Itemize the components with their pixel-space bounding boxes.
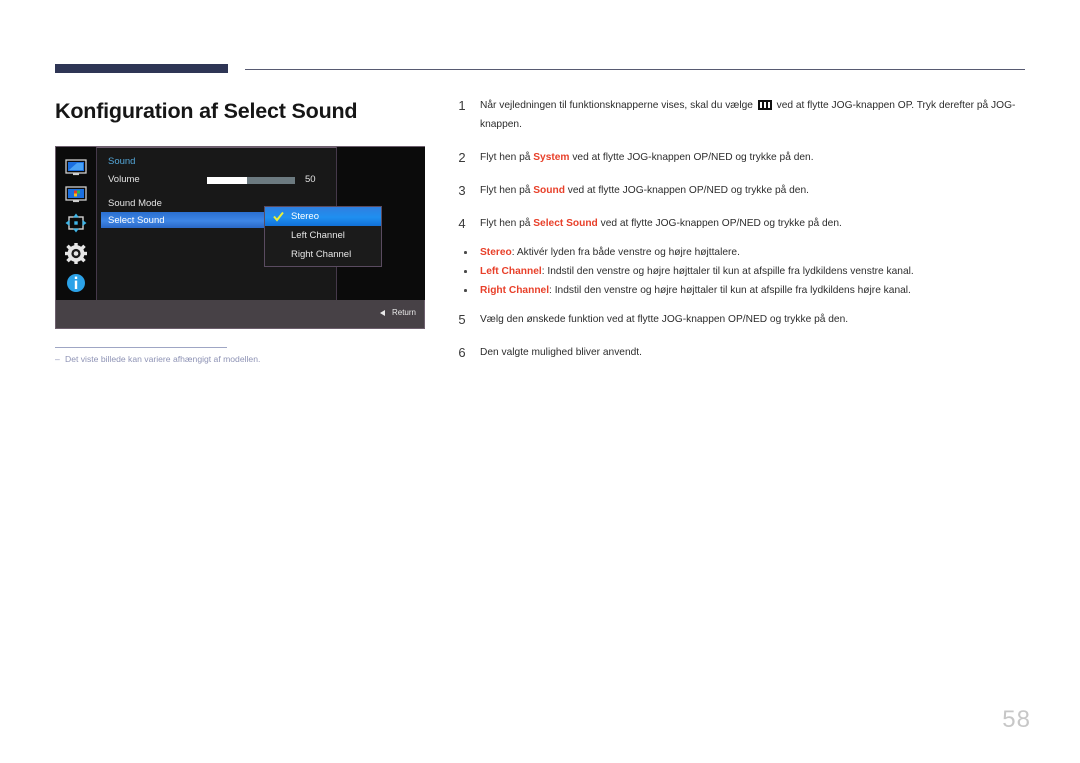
step-text-post: ved at flytte JOG-knappen OP/NED og tryk… <box>597 218 842 229</box>
step-keyword: System <box>533 152 570 163</box>
bullet-text: : Indstil den venstre og højre højttaler… <box>541 266 914 277</box>
footnote-dash-icon: ‒ <box>55 354 60 364</box>
step-item: 1 Når vejledningen til funktionsknappern… <box>452 96 1030 134</box>
picture-in-picture-icon[interactable] <box>64 186 88 203</box>
step-item: 4 Flyt hen på Select Sound ved at flytte… <box>452 214 1030 233</box>
return-arrow-icon <box>379 309 385 316</box>
information-icon[interactable] <box>64 273 88 293</box>
step-number: 2 <box>458 150 466 165</box>
options-bullet-list: Stereo: Aktivér lyden fra både venstre o… <box>452 243 1030 300</box>
bullet-item: Stereo: Aktivér lyden fra både venstre o… <box>452 243 1030 262</box>
step-number: 6 <box>458 345 466 360</box>
return-label: Return <box>391 308 416 317</box>
osd-row-select-sound[interactable]: Select Sound <box>101 212 288 228</box>
bullet-item: Right Channel: Indstil den venstre og hø… <box>452 281 1030 300</box>
step-number: 3 <box>458 183 466 198</box>
step-text-post: ved at flytte JOG-knappen OP/NED og tryk… <box>564 185 809 196</box>
step-keyword: Select Sound <box>533 218 598 229</box>
header-rule <box>55 64 1025 76</box>
osd-heading: Sound <box>108 156 136 167</box>
page-number: 58 <box>1002 706 1031 733</box>
dropdown-item-right-channel[interactable]: Right Channel <box>265 245 381 264</box>
monitor-picture-icon[interactable] <box>64 159 88 176</box>
bullet-keyword: Stereo <box>480 247 512 258</box>
screen-adjust-icon[interactable] <box>64 213 88 233</box>
step-text-pre: Flyt hen på <box>480 152 534 163</box>
step-item: 6 Den valgte mulighed bliver anvendt. <box>452 343 1030 362</box>
bullet-text: : Aktivér lyden fra både venstre og højr… <box>511 247 740 258</box>
select-sound-dropdown: Stereo Left Channel Right Channel <box>264 206 382 267</box>
jog-menu-icon <box>757 100 772 110</box>
osd-row-select-sound-label: Select Sound <box>108 214 165 226</box>
volume-slider[interactable] <box>207 177 295 184</box>
page-title: Konfiguration af Select Sound <box>55 99 358 123</box>
header-thin-line <box>245 69 1025 70</box>
dropdown-item-label: Right Channel <box>291 249 352 260</box>
step-text-post: ved at flytte JOG-knappen OP/NED og tryk… <box>569 152 814 163</box>
step-text-pre: Flyt hen på <box>480 185 534 196</box>
step-text-pre: Vælg den ønskede funktion ved at flytte … <box>480 314 849 325</box>
step-keyword: Sound <box>533 185 565 196</box>
footnote-text: Det viste billede kan variere afhængigt … <box>65 354 261 364</box>
bullet-keyword: Left Channel <box>480 266 542 277</box>
bullet-item: Left Channel: Indstil den venstre og høj… <box>452 262 1030 281</box>
step-text-pre: Flyt hen på <box>480 218 534 229</box>
system-gear-icon[interactable] <box>64 242 88 264</box>
dropdown-item-stereo[interactable]: Stereo <box>265 207 381 226</box>
header-thick-bar <box>55 64 228 73</box>
volume-value: 50 <box>305 174 316 185</box>
step-text-pre: Når vejledningen til funktionsknapperne … <box>480 100 756 111</box>
step-item: 2 Flyt hen på System ved at flytte JOG-k… <box>452 148 1030 167</box>
bullet-dot-icon <box>464 251 467 254</box>
step-number: 4 <box>458 216 466 231</box>
step-item: 5 Vælg den ønskede funktion ved at flytt… <box>452 310 1030 329</box>
steps-list: 1 Når vejledningen til funktionsknappern… <box>452 96 1030 376</box>
osd-footer-bar: Return <box>56 300 424 328</box>
return-button[interactable]: Return <box>379 308 416 317</box>
osd-sidebar <box>56 147 96 300</box>
dropdown-item-label: Stereo <box>291 211 319 222</box>
step-number: 5 <box>458 312 466 327</box>
footnote: ‒ Det viste billede kan variere afhængigt… <box>55 354 260 364</box>
step-text-pre: Den valgte mulighed bliver anvendt. <box>480 347 642 358</box>
osd-row-sound-mode[interactable]: Sound Mode <box>108 198 162 209</box>
volume-slider-fill <box>207 177 248 184</box>
footnote-rule <box>55 347 227 348</box>
osd-screenshot: Sound Volume 50 Sound Mode Select Sound … <box>55 146 425 329</box>
bullet-text: : Indstil den venstre og højre højttaler… <box>549 285 911 296</box>
bullet-dot-icon <box>464 270 467 273</box>
step-item: 3 Flyt hen på Sound ved at flytte JOG-kn… <box>452 181 1030 200</box>
check-icon <box>273 211 284 222</box>
bullet-keyword: Right Channel <box>480 285 550 296</box>
step-number: 1 <box>458 98 466 113</box>
osd-row-volume[interactable]: Volume <box>108 174 140 185</box>
bullet-dot-icon <box>464 289 467 292</box>
dropdown-item-left-channel[interactable]: Left Channel <box>265 226 381 245</box>
dropdown-item-label: Left Channel <box>291 230 345 241</box>
